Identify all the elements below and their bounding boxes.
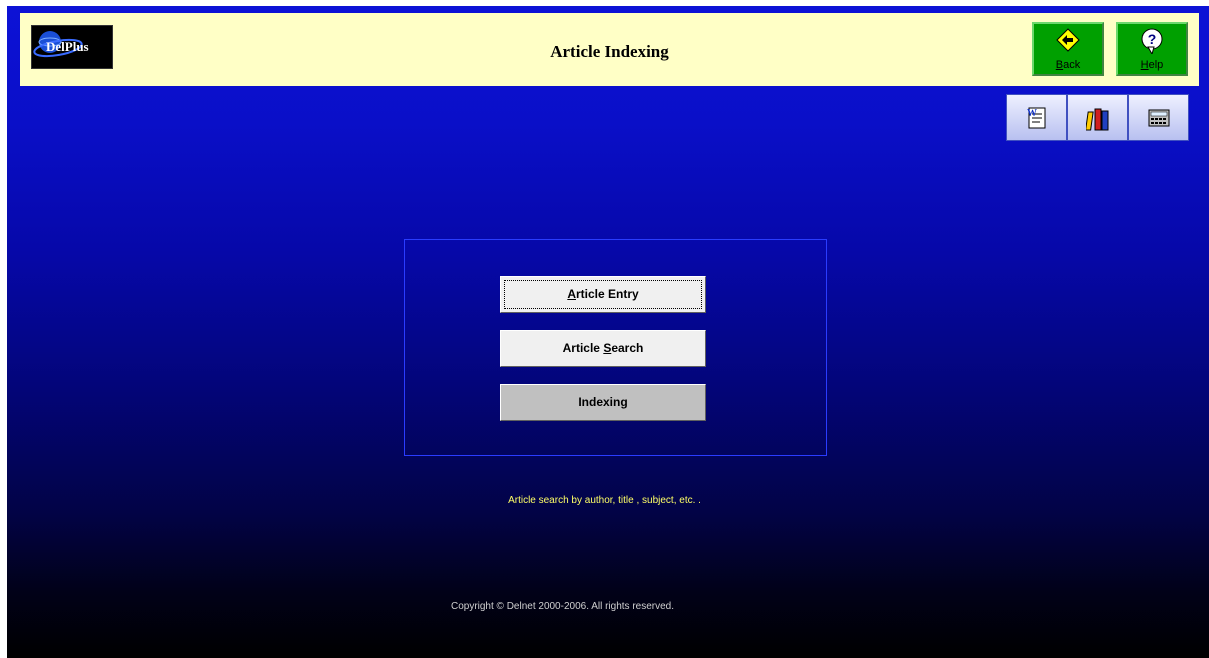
page-title: Article Indexing bbox=[550, 42, 669, 61]
calculator-button[interactable] bbox=[1128, 94, 1189, 141]
svg-text:?: ? bbox=[1148, 31, 1157, 47]
header-bar: DelPlus Article Indexing Back ? Help bbox=[20, 13, 1199, 86]
indexing-button[interactable]: Indexing bbox=[500, 384, 706, 421]
back-label: Back bbox=[1055, 59, 1081, 71]
toolbar: W bbox=[1006, 94, 1189, 141]
word-document-button[interactable]: W bbox=[1006, 94, 1067, 141]
indexing-label: Indexing bbox=[578, 395, 628, 409]
books-button[interactable] bbox=[1067, 94, 1128, 141]
calculator-icon bbox=[1148, 109, 1170, 127]
svg-text:W: W bbox=[1027, 108, 1037, 119]
books-icon bbox=[1086, 108, 1109, 131]
article-entry-button[interactable]: Article Entry bbox=[500, 276, 706, 313]
article-search-button[interactable]: Article Search bbox=[500, 330, 706, 367]
help-button[interactable]: ? Help bbox=[1116, 22, 1188, 76]
question-icon: ? bbox=[1141, 28, 1163, 54]
back-button[interactable]: Back bbox=[1032, 22, 1104, 76]
word-document-icon: W bbox=[1027, 107, 1046, 129]
back-arrow-icon bbox=[1056, 28, 1080, 52]
status-text: Article search by author, title , subjec… bbox=[508, 495, 701, 506]
article-entry-label: Article Entry bbox=[567, 287, 639, 301]
help-label: Help bbox=[1140, 59, 1164, 71]
copyright-footer: Copyright © Delnet 2000-2006. All rights… bbox=[450, 601, 675, 612]
article-search-label: Article Search bbox=[562, 341, 644, 355]
